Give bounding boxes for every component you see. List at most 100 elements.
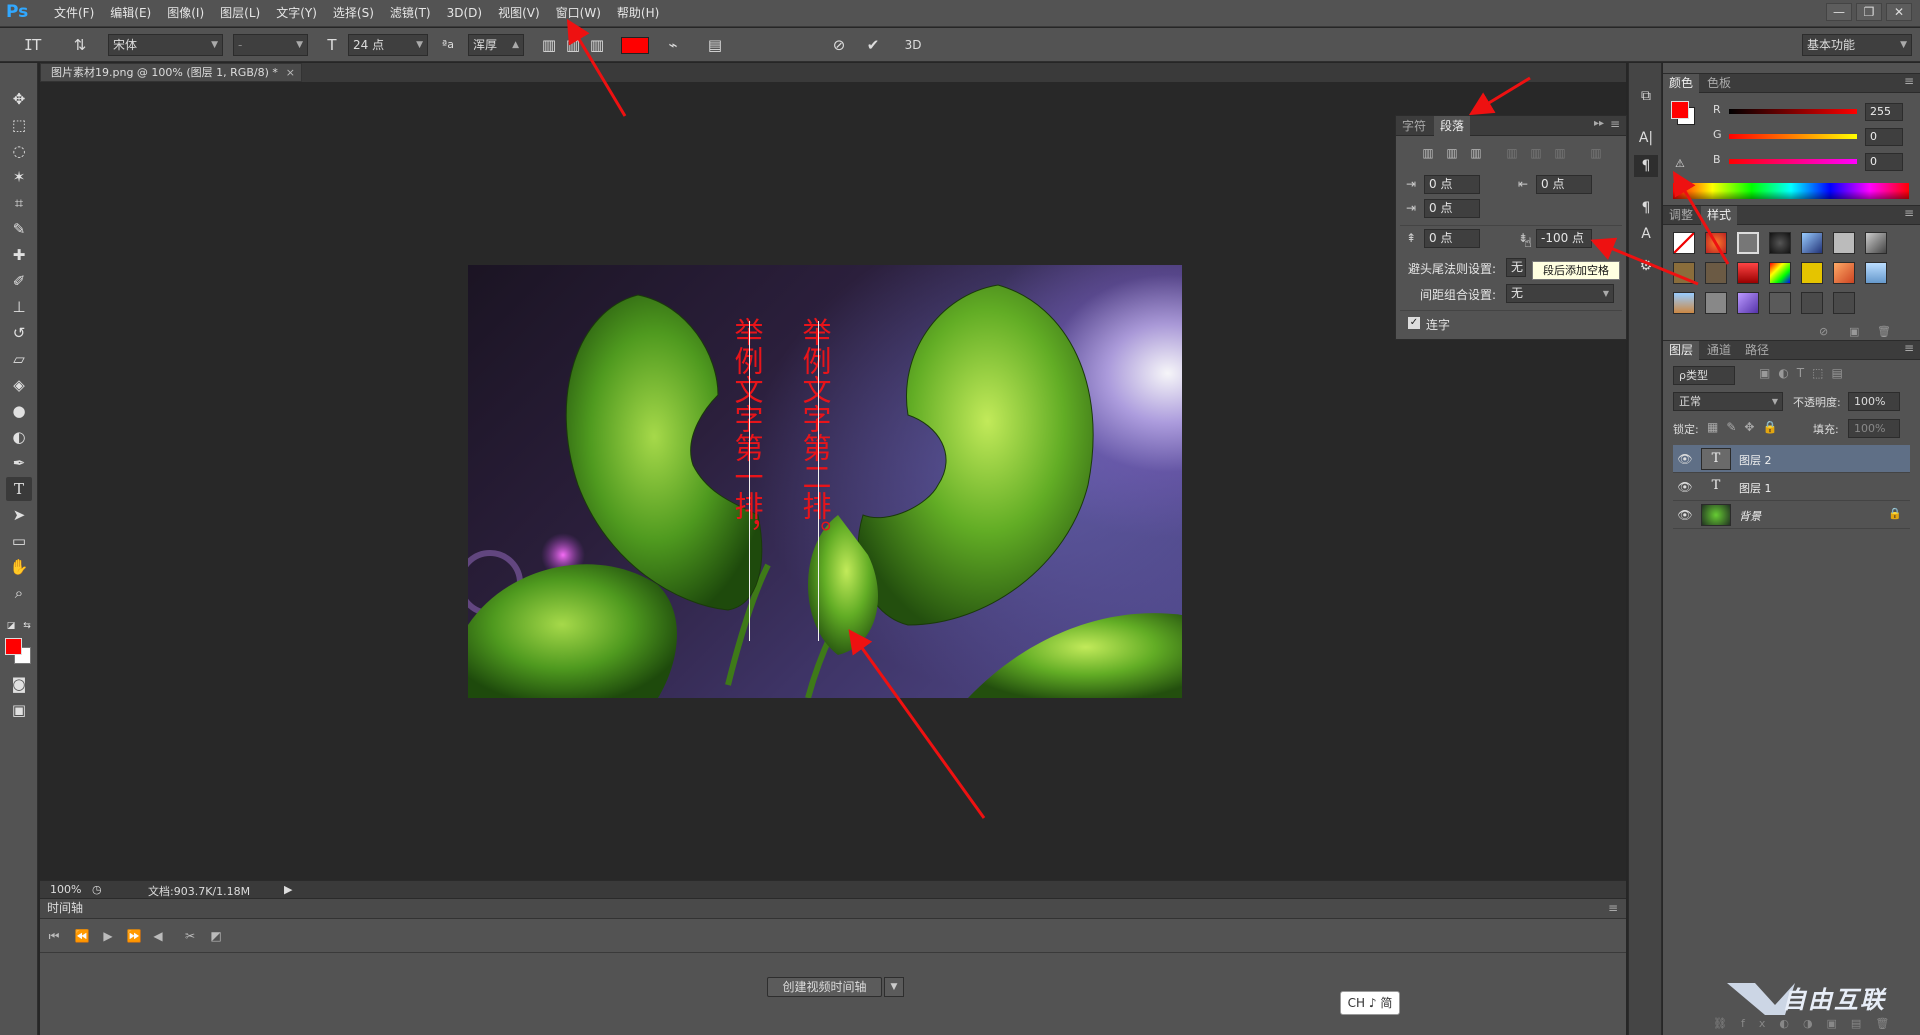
tab-paragraph[interactable]: 段落 — [1434, 116, 1471, 136]
tab-adjustments[interactable]: 调整 — [1663, 206, 1699, 225]
menu-view[interactable]: 视图(V) — [490, 0, 548, 27]
mojikumi-dropdown[interactable]: 无 ▼ — [1506, 284, 1614, 303]
style-swatch[interactable] — [1705, 232, 1727, 254]
justify-all-icon[interactable]: ▥ — [1586, 144, 1606, 162]
lock-icons[interactable]: ▦✎✥🔒 — [1707, 420, 1785, 434]
red-slider[interactable]: R 255 — [1713, 103, 1913, 121]
blue-slider[interactable]: B 0 — [1713, 153, 1913, 171]
commit-edits-icon[interactable]: ✔ — [862, 34, 884, 56]
font-style-dropdown[interactable]: - ▼ — [233, 34, 308, 56]
brush-tool-icon[interactable]: ✐ — [6, 269, 32, 293]
green-value[interactable]: 0 — [1865, 128, 1903, 146]
blend-mode-dropdown[interactable]: 正常 ▼ — [1673, 392, 1783, 411]
style-swatch[interactable] — [1865, 262, 1887, 284]
quick-mask-icon[interactable]: ◙ — [6, 672, 32, 696]
style-swatch[interactable] — [1769, 292, 1791, 314]
create-3d-icon[interactable]: 3D — [900, 34, 926, 56]
previous-frame-icon[interactable]: ⏪ — [72, 927, 92, 945]
layer-row[interactable]: 👁 T 图层 1 — [1673, 473, 1910, 501]
menu-file[interactable]: 文件(F) — [46, 0, 102, 27]
gamut-warning-icon[interactable]: ⚠ — [1675, 157, 1685, 170]
vertical-text-line-1[interactable]: 举例文字第一排， — [730, 317, 766, 549]
eye-icon[interactable]: 👁 — [1677, 479, 1693, 495]
style-swatch[interactable] — [1769, 262, 1791, 284]
panel-menu-icon[interactable]: ≡ — [1608, 899, 1618, 918]
clone-stamp-tool-icon[interactable]: ⊥ — [6, 295, 32, 319]
type-tool-icon[interactable]: T — [6, 477, 32, 501]
warp-text-icon[interactable]: ⌁ — [662, 34, 684, 56]
next-frame-icon[interactable]: ⏩ — [124, 927, 144, 945]
color-fg-swatch[interactable] — [1671, 101, 1689, 119]
layer-name[interactable]: 图层 2 — [1739, 452, 1772, 468]
tab-swatches[interactable]: 色板 — [1701, 74, 1737, 93]
tab-color[interactable]: 颜色 — [1663, 74, 1700, 93]
tab-character[interactable]: 字符 — [1396, 116, 1432, 136]
layer-name[interactable]: 背景 — [1739, 508, 1761, 524]
history-brush-tool-icon[interactable]: ↺ — [6, 321, 32, 345]
style-swatch[interactable] — [1705, 292, 1727, 314]
style-swatch[interactable] — [1865, 232, 1887, 254]
zoom-level[interactable]: 100% — [50, 883, 81, 896]
rectangle-tool-icon[interactable]: ▭ — [6, 529, 32, 553]
blue-value[interactable]: 0 — [1865, 153, 1903, 171]
opacity-field[interactable]: 100% — [1848, 392, 1900, 411]
cancel-edits-icon[interactable]: ⊘ — [828, 34, 850, 56]
workspace-dropdown[interactable]: 基本功能 ▼ — [1802, 34, 1912, 56]
font-family-dropdown[interactable]: 宋体 ▼ — [108, 34, 223, 56]
collapse-panel-icon[interactable]: ▸▸ — [1594, 118, 1604, 129]
close-tab-icon[interactable]: × — [286, 64, 295, 81]
tab-channels[interactable]: 通道 — [1701, 341, 1737, 360]
character-panel-icon[interactable]: A| — [1634, 127, 1658, 149]
red-value[interactable]: 255 — [1865, 103, 1903, 121]
indent-left-field[interactable]: 0 点 — [1424, 175, 1480, 194]
crop-tool-icon[interactable]: ⌗ — [6, 191, 32, 215]
green-slider[interactable]: G 0 — [1713, 128, 1913, 146]
justify-center-icon[interactable]: ▥ — [1526, 144, 1546, 162]
fill-field[interactable]: 100% — [1848, 419, 1900, 438]
kinsoku-dropdown[interactable]: 无 — [1506, 258, 1526, 277]
transition-icon[interactable]: ◩ — [206, 927, 226, 945]
move-tool-icon[interactable]: ✥ — [6, 87, 32, 111]
character-panel-toggle-icon[interactable]: ▤ — [704, 34, 726, 56]
align-bottom-icon[interactable]: ▥ — [1466, 144, 1486, 162]
style-swatch[interactable] — [1705, 262, 1727, 284]
panel-menu-icon[interactable]: ≡ — [1904, 74, 1914, 88]
style-swatch[interactable] — [1673, 262, 1695, 284]
style-swatch[interactable] — [1737, 232, 1759, 254]
brush-presets-icon[interactable]: ⚙ — [1634, 255, 1658, 277]
layer-filter-icons[interactable]: ▣◐T⬚▤ — [1759, 366, 1851, 380]
layer-row[interactable]: 👁 T 图层 2 — [1673, 445, 1910, 473]
menu-3d[interactable]: 3D(D) — [439, 0, 490, 27]
panel-menu-icon[interactable]: ≡ — [1904, 206, 1914, 220]
hyphenate-checkbox[interactable]: ✓ — [1408, 317, 1420, 329]
dodge-tool-icon[interactable]: ◐ — [6, 425, 32, 449]
justify-top-icon[interactable]: ▥ — [1502, 144, 1522, 162]
eraser-tool-icon[interactable]: ▱ — [6, 347, 32, 371]
status-menu-arrow-icon[interactable]: ▶ — [284, 883, 292, 896]
style-swatch[interactable] — [1769, 232, 1791, 254]
paragraph-styles-icon[interactable]: ¶ — [1634, 197, 1658, 219]
panel-menu-icon[interactable]: ≡ — [1610, 117, 1620, 131]
menu-window[interactable]: 窗口(W) — [548, 0, 609, 27]
restore-button[interactable]: ❐ — [1856, 3, 1882, 21]
paragraph-panel-icon[interactable]: ¶ — [1634, 155, 1658, 177]
blue-track[interactable] — [1729, 159, 1857, 164]
style-swatch[interactable] — [1737, 292, 1759, 314]
tab-paths[interactable]: 路径 — [1739, 341, 1775, 360]
menu-image[interactable]: 图像(I) — [159, 0, 212, 27]
foreground-color-swatch[interactable] — [5, 638, 22, 655]
space-before-field[interactable]: 0 点 — [1424, 229, 1480, 248]
tab-styles[interactable]: 样式 — [1701, 206, 1738, 225]
healing-brush-tool-icon[interactable]: ✚ — [6, 243, 32, 267]
align-top-icon[interactable]: ▥ — [538, 34, 560, 56]
align-bottom-icon[interactable]: ▥ — [586, 34, 608, 56]
zoom-tool-icon[interactable]: ⌕ — [6, 581, 32, 605]
menu-layer[interactable]: 图层(L) — [212, 0, 268, 27]
red-track[interactable] — [1729, 109, 1857, 114]
toggle-text-orientation-icon[interactable]: ⇅ — [68, 34, 92, 56]
split-icon[interactable]: ✂ — [180, 927, 200, 945]
marquee-tool-icon[interactable]: ⬚ — [6, 113, 32, 137]
pen-tool-icon[interactable]: ✒ — [6, 451, 32, 475]
tab-layers[interactable]: 图层 — [1663, 341, 1700, 360]
default-colors-icon[interactable]: ◪ — [4, 614, 18, 638]
